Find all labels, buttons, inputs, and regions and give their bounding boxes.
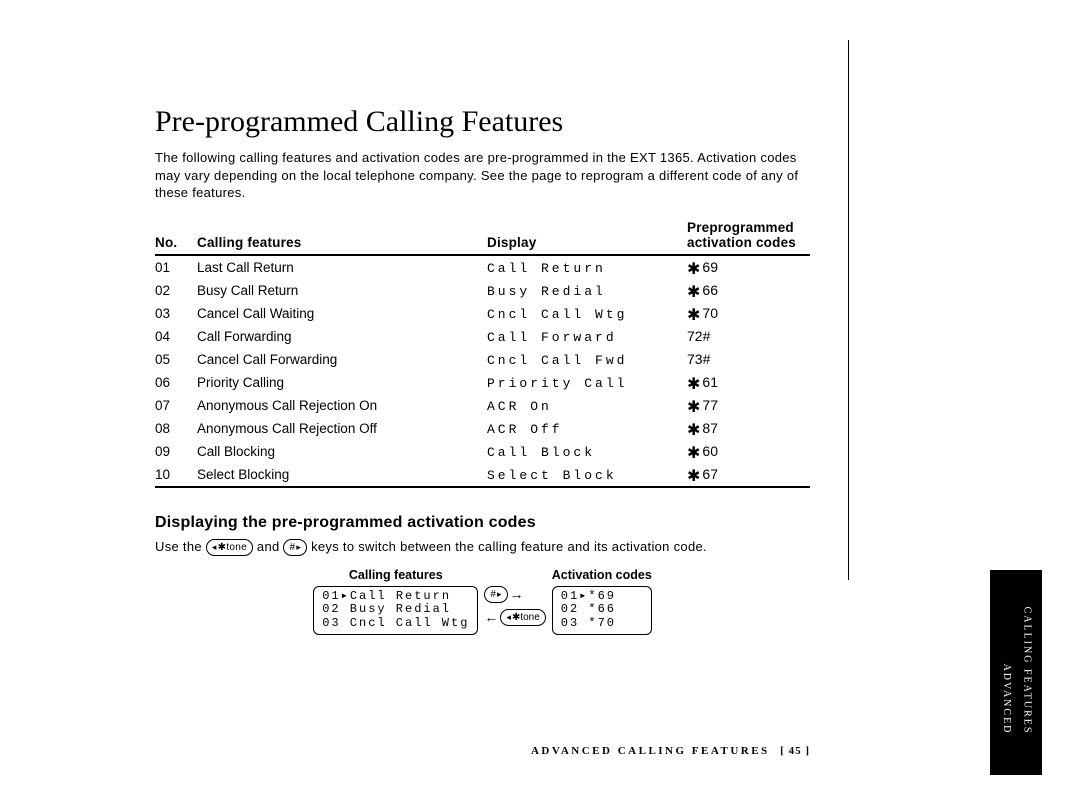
cell-feature: Busy Call Return [197, 279, 487, 302]
table-row: 08Anonymous Call Rejection OffACR Off✱87 [155, 417, 810, 440]
hash-key: # [283, 539, 307, 556]
tab-line-2: CALLING FEATURES [1019, 606, 1033, 734]
section-thumb-tab: ADVANCED CALLING FEATURES [990, 570, 1042, 775]
cell-display: Call Block [487, 440, 687, 463]
cell-code: ✱67 [687, 463, 810, 487]
footer-page-number: [ 45 ] [780, 745, 810, 757]
cell-code: ✱70 [687, 302, 810, 325]
arrow-left-icon: ← [484, 612, 498, 622]
cell-no: 09 [155, 440, 197, 463]
cell-display: Call Return [487, 255, 687, 279]
tone-key: ✱tone [206, 539, 253, 556]
col-header-code: Preprogrammedactivation codes [687, 216, 810, 255]
cell-feature: Call Forwarding [197, 325, 487, 348]
cell-code: 73# [687, 348, 810, 371]
page-title: Pre-programmed Calling Features [155, 105, 810, 139]
table-row: 04Call ForwardingCall Forward72# [155, 325, 810, 348]
diagram-left-label: Calling features [313, 568, 478, 582]
cell-feature: Select Blocking [197, 463, 487, 487]
cell-no: 10 [155, 463, 197, 487]
cell-code: ✱66 [687, 279, 810, 302]
cell-no: 07 [155, 394, 197, 417]
cell-feature: Call Blocking [197, 440, 487, 463]
col-header-no: No. [155, 216, 197, 255]
cell-feature: Priority Calling [197, 371, 487, 394]
table-row: 02Busy Call ReturnBusy Redial✱66 [155, 279, 810, 302]
cell-no: 08 [155, 417, 197, 440]
cell-display: Cncl Call Fwd [487, 348, 687, 371]
vertical-rule [848, 40, 849, 580]
cell-code: ✱77 [687, 394, 810, 417]
cell-display: Select Block [487, 463, 687, 487]
cell-display: ACR On [487, 394, 687, 417]
cell-no: 02 [155, 279, 197, 302]
arrow-right-icon: → [510, 589, 524, 599]
use-keys-line: Use the ✱tone and # keys to switch betwe… [155, 538, 810, 556]
table-row: 07Anonymous Call Rejection OnACR On✱77 [155, 394, 810, 417]
cell-no: 04 [155, 325, 197, 348]
footer-section: ADVANCED CALLING FEATURES [531, 745, 770, 757]
lcd-diagram: Calling features 01▸Call Return 02 Busy … [155, 568, 810, 635]
table-row: 09Call BlockingCall Block✱60 [155, 440, 810, 463]
cell-code: ✱87 [687, 417, 810, 440]
cell-no: 01 [155, 255, 197, 279]
cell-no: 05 [155, 348, 197, 371]
cell-feature: Cancel Call Waiting [197, 302, 487, 325]
subheading: Displaying the pre-programmed activation… [155, 514, 810, 532]
intro-paragraph: The following calling features and activ… [155, 149, 810, 202]
cell-display: Call Forward [487, 325, 687, 348]
hash-key-icon: # [484, 586, 507, 603]
cell-display: ACR Off [487, 417, 687, 440]
cell-display: Cncl Call Wtg [487, 302, 687, 325]
feature-codes-table: No. Calling features Display Preprogramm… [155, 216, 810, 488]
table-row: 10Select BlockingSelect Block✱67 [155, 463, 810, 487]
cell-feature: Anonymous Call Rejection Off [197, 417, 487, 440]
cell-no: 06 [155, 371, 197, 394]
page-content: Pre-programmed Calling Features The foll… [155, 105, 810, 635]
table-row: 05Cancel Call ForwardingCncl Call Fwd73# [155, 348, 810, 371]
diagram-key-arrows: # → ← ✱tone [484, 568, 545, 626]
cell-code: 72# [687, 325, 810, 348]
cell-display: Priority Call [487, 371, 687, 394]
cell-feature: Anonymous Call Rejection On [197, 394, 487, 417]
cell-display: Busy Redial [487, 279, 687, 302]
lcd-screen-codes: 01▸*69 02 *66 03 *70 [552, 586, 652, 635]
tone-key-icon: ✱tone [500, 609, 545, 626]
table-row: 01Last Call ReturnCall Return✱69 [155, 255, 810, 279]
cell-no: 03 [155, 302, 197, 325]
col-header-feature: Calling features [197, 216, 487, 255]
lcd-screen-features: 01▸Call Return 02 Busy Redial 03 Cncl Ca… [313, 586, 478, 635]
cell-feature: Cancel Call Forwarding [197, 348, 487, 371]
cell-feature: Last Call Return [197, 255, 487, 279]
table-row: 03Cancel Call WaitingCncl Call Wtg✱70 [155, 302, 810, 325]
cell-code: ✱61 [687, 371, 810, 394]
cell-code: ✱69 [687, 255, 810, 279]
col-header-display: Display [487, 216, 687, 255]
table-row: 06Priority CallingPriority Call✱61 [155, 371, 810, 394]
diagram-right-label: Activation codes [552, 568, 652, 582]
page-footer: ADVANCED CALLING FEATURES [ 45 ] [155, 745, 810, 757]
tab-line-1: ADVANCED [999, 663, 1013, 734]
cell-code: ✱60 [687, 440, 810, 463]
